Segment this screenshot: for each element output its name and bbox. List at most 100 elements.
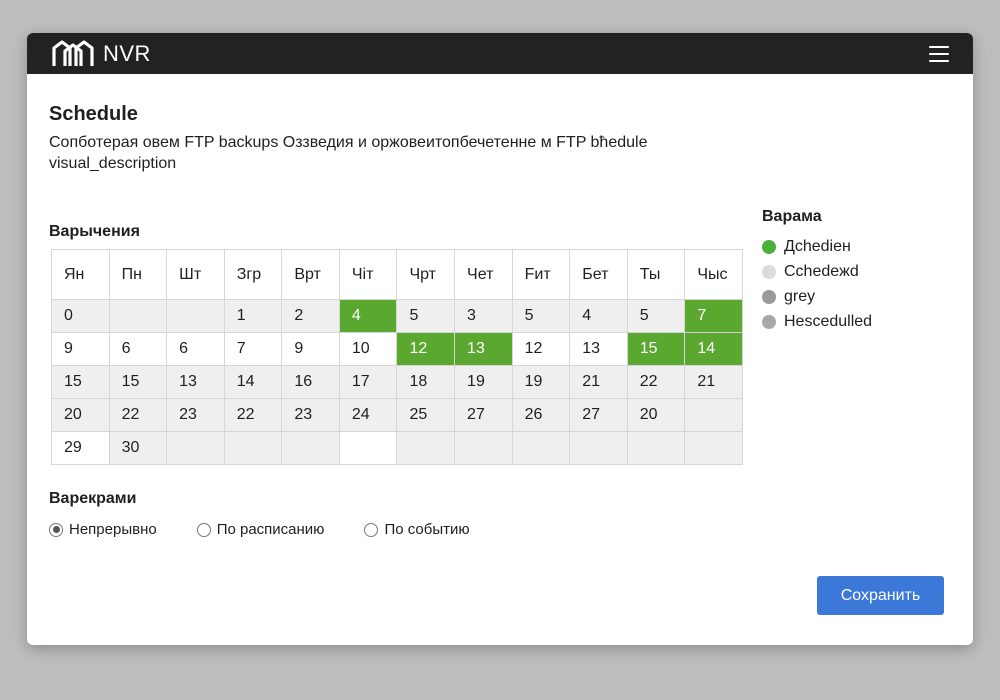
grid-cell[interactable]: 1 [223,299,283,333]
recording-mode-label: Непрерывно [69,521,157,538]
grid-cell[interactable]: 3 [454,299,513,333]
grid-cell[interactable] [569,431,628,465]
grid-cell[interactable]: 16 [281,365,340,399]
grid-cell[interactable]: 18 [396,365,456,399]
grid-cell[interactable]: 24 [338,398,398,432]
grid-header-cell: Шт [166,249,225,300]
recording-mode-option[interactable]: По расписанию [196,521,325,538]
nvr-logo-icon [51,39,97,69]
grid-cell[interactable]: 22 [108,398,168,432]
legend-dot-icon [762,289,776,304]
legend-label: Hescedulled [784,312,873,330]
grid-cell[interactable] [166,299,225,333]
grid-cell[interactable]: 20 [51,398,110,432]
grid-cell[interactable]: 15 [108,365,168,399]
grid-cell[interactable]: 26 [511,398,571,432]
grid-cell[interactable]: 22 [626,365,686,399]
grid-cell[interactable]: 2 [281,299,340,333]
grid-cell[interactable] [454,431,513,465]
grid-row: 0124535457 [51,299,743,333]
recording-mode-label: По расписанию [216,521,325,538]
grid-cell[interactable]: 15 [51,365,110,399]
grid-cell[interactable] [338,431,398,465]
recording-mode-label: По событию [384,521,470,538]
grid-cell[interactable] [281,431,340,465]
grid-header-cell: Чет [454,249,513,300]
grid-cell[interactable]: 30 [108,431,168,465]
radio-button-icon[interactable] [364,522,379,537]
grid-cell[interactable]: 13 [166,365,225,399]
grid-cell[interactable]: 14 [223,365,283,399]
grid-cell[interactable]: 14 [684,332,743,366]
grid-cell[interactable]: 9 [51,332,110,366]
legend-label: Cchedeжd [784,262,859,280]
legend-dot-icon [762,239,776,254]
grid-cell[interactable]: 20 [626,398,686,432]
grid-cell[interactable] [684,431,743,465]
grid-cell[interactable]: 12 [396,332,456,366]
grid-row: 29 30 [51,431,743,465]
grid-row: 9 6 6 7 9 10 12 13 12 13 15 14 [51,332,743,366]
grid-row: 15 15 13 14 16 17 18 19 19 21 22 21 [51,365,743,399]
grid-cell[interactable]: 23 [281,398,340,432]
grid-cell[interactable]: 9 [281,332,340,366]
recording-mode-option[interactable]: Непрерывно [49,521,157,538]
save-button[interactable]: Сохранить [817,576,944,615]
page-title: Schedule [49,103,138,125]
grid-header-cell: Бет [569,249,628,300]
grid-cell[interactable]: 13 [569,332,628,366]
grid-cell[interactable]: 4 [338,299,398,333]
brand: NVR [51,39,151,69]
grid-cell[interactable] [223,431,283,465]
grid-cell[interactable]: 19 [454,365,513,399]
grid-cell[interactable]: 7 [684,299,743,333]
grid-header-cell: Ян [51,249,110,300]
grid-cell[interactable]: 6 [108,332,168,366]
grid-cell[interactable]: 22 [223,398,283,432]
legend-item: Cchedeжd [762,259,872,284]
grid-cell[interactable] [108,299,168,333]
legend-label: grey [784,287,816,305]
grid-cell[interactable] [396,431,456,465]
grid-cell[interactable]: 12 [511,332,571,366]
grid-cell[interactable]: 15 [626,332,686,366]
grid-cell[interactable] [626,431,686,465]
schedule-grid-body: 0 1 2 4 5 3 5 4 5 7 9 6 6 7 9 10 12 13 12 13 15 14 15 15 13 14 16 1… [51,299,743,465]
grid-cell[interactable]: 7 [223,332,283,366]
grid-cell[interactable]: 27 [454,398,513,432]
radio-button-icon[interactable] [196,522,211,537]
grid-cell[interactable]: 5 [511,299,571,333]
grid-header-cell: Врт [281,249,340,300]
grid-row: 20 22 23 22 23 24 25 27 26 27 20 [51,398,743,432]
grid-cell[interactable] [166,431,225,465]
grid-cell[interactable]: 13 [454,332,513,366]
grid-cell[interactable]: 21 [684,365,743,399]
grid-header-cell: Fит [511,249,571,300]
app-window: NVR Schedule Сопботерая овем FTP backups… [27,33,973,645]
radio-button-icon[interactable] [49,522,63,537]
grid-header-cell: Чрт [396,249,456,300]
grid-cell[interactable]: 19 [511,365,571,399]
grid-cell[interactable]: 25 [396,398,456,432]
grid-cell[interactable]: 29 [51,431,110,465]
grid-cell[interactable]: 27 [569,398,628,432]
schedule-grid: Ян Пн Шт Згр Врт Чіт Чрт Чет Fит Бет Ты Чыс 0124535… [51,249,743,465]
grid-cell[interactable]: 0 [51,299,110,333]
grid-cell[interactable]: 10 [338,332,398,366]
grid-header-cell: Чыс [684,249,743,300]
hamburger-menu-icon[interactable] [929,45,949,62]
grid-cell[interactable] [511,431,571,465]
grid-cell[interactable]: 4 [569,299,628,333]
schedule-grid-header-row: Ян Пн Шт Згр Врт Чіт Чрт Чет Fит Бет Ты Чыс [51,249,743,300]
grid-cell[interactable] [684,398,743,432]
recording-mode-option[interactable]: По событию [364,521,470,538]
grid-cell[interactable]: 17 [338,365,398,399]
grid-cell[interactable]: 5 [626,299,686,333]
legend-item: Дchedieн [762,234,872,259]
grid-cell[interactable]: 23 [166,398,225,432]
grid-cell[interactable]: 6 [166,332,225,366]
grid-cell[interactable]: 21 [569,365,628,399]
grid-header-cell: Ты [626,249,686,300]
grid-cell[interactable]: 5 [396,299,456,333]
legend-label: Дchedieн [784,237,851,255]
